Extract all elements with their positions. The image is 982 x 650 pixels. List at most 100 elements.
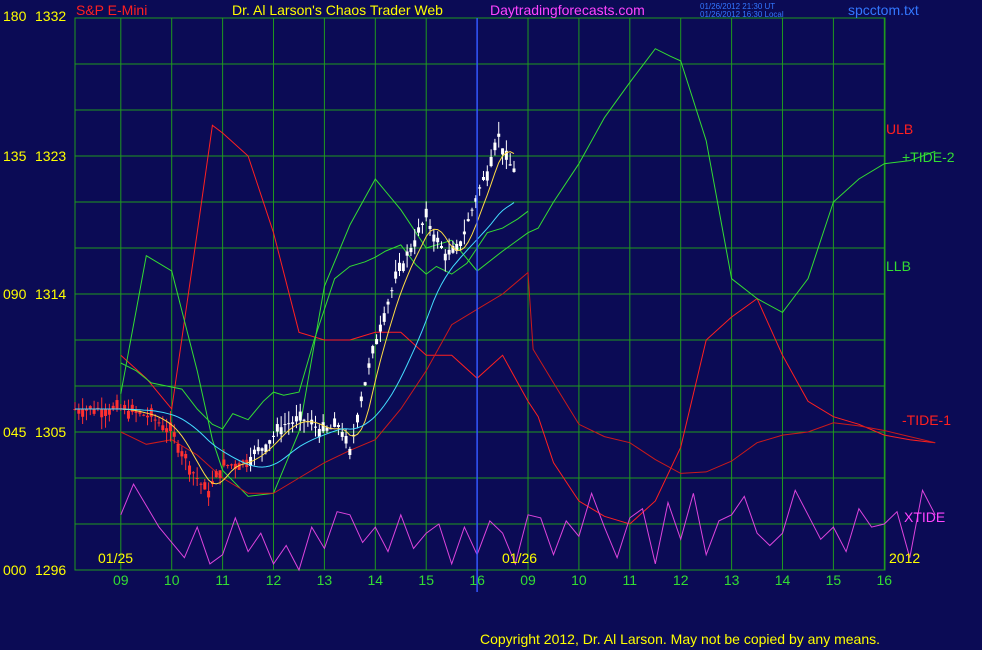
price-bar-body xyxy=(413,240,417,247)
hour-tick-label: 13 xyxy=(724,572,740,588)
price-bar-body xyxy=(165,428,169,433)
osc-tick-label: 135 xyxy=(3,148,27,164)
price-bar-body xyxy=(142,414,146,416)
hour-tick-label: 15 xyxy=(418,572,434,588)
price-bar-body xyxy=(230,464,234,466)
price-bar-body xyxy=(508,164,512,166)
hour-tick-label: 15 xyxy=(826,572,842,588)
price-bar-body xyxy=(428,225,432,229)
price-bar-body xyxy=(195,478,199,479)
price-bar-body xyxy=(115,400,119,409)
price-tick-label: 1296 xyxy=(35,562,66,578)
hour-tick-label: 14 xyxy=(775,572,791,588)
price-bar-body xyxy=(401,263,405,271)
price-bar-body xyxy=(405,251,409,256)
price-bar-body xyxy=(466,219,470,222)
price-bar-body xyxy=(397,262,401,271)
price-bar-body xyxy=(378,324,382,332)
osc-tick-label: 090 xyxy=(3,286,27,302)
price-bar-body xyxy=(199,483,203,485)
price-bar-body xyxy=(272,435,276,437)
price-bar-body xyxy=(184,453,188,459)
price-bar-body xyxy=(409,248,413,253)
price-bar-body xyxy=(443,253,447,261)
price-bar-body xyxy=(355,414,359,423)
llb-label: LLB xyxy=(886,258,911,274)
price-bar-body xyxy=(153,419,157,421)
price-bar-body xyxy=(291,422,295,424)
price-bar-body xyxy=(279,427,283,435)
tide1-label: -TIDE-1 xyxy=(902,412,951,428)
price-bar-body xyxy=(268,440,272,444)
price-bar-body xyxy=(218,470,222,479)
timestamp-local: 01/26/2012 16:30 Local xyxy=(700,10,784,19)
price-bar-body xyxy=(333,418,337,427)
price-bar-body xyxy=(470,209,474,211)
hour-tick-label: 16 xyxy=(877,572,893,588)
price-bar-body xyxy=(321,422,325,432)
price-tick-label: 1305 xyxy=(35,424,66,440)
price-bar-body xyxy=(107,409,111,415)
site-label: Daytradingforecasts.com xyxy=(490,2,645,18)
price-bar-body xyxy=(191,472,195,474)
price-bar-body xyxy=(176,443,180,453)
price-tick-label: 1332 xyxy=(35,8,66,24)
hour-tick-label: 12 xyxy=(266,572,282,588)
price-bar-body xyxy=(420,223,424,225)
hour-tick-label: 09 xyxy=(113,572,129,588)
price-bar-body xyxy=(371,346,375,354)
price-bar-body xyxy=(436,237,440,243)
price-bar-body xyxy=(130,404,134,412)
price-bar-body xyxy=(462,231,466,235)
price-bar-body xyxy=(497,133,501,137)
price-bar-body xyxy=(375,339,379,345)
price-bar-body xyxy=(294,416,298,422)
price-bar-body xyxy=(459,241,463,247)
date-label-1: 01/25 xyxy=(98,550,133,566)
price-tick-label: 1323 xyxy=(35,148,66,164)
tide2-label: +TIDE-2 xyxy=(902,149,955,165)
price-bar-body xyxy=(501,148,505,155)
price-bar-body xyxy=(104,409,108,416)
price-bar-body xyxy=(275,424,279,432)
price-bar-body xyxy=(489,156,493,167)
hour-tick-label: 11 xyxy=(623,572,638,588)
osc-tick-label: 180 xyxy=(3,8,27,24)
price-bar-body xyxy=(149,408,153,417)
hour-tick-label: 10 xyxy=(571,572,587,588)
copyright: Copyright 2012, Dr. Al Larson. May not b… xyxy=(480,631,880,647)
price-bar-body xyxy=(100,409,104,418)
price-bar-body xyxy=(172,432,176,437)
price-bar-body xyxy=(207,491,211,498)
price-bar-body xyxy=(92,409,96,414)
price-bar-body xyxy=(432,234,436,242)
price-bar-body xyxy=(314,426,318,428)
price-bar-body xyxy=(77,409,81,414)
price-bar-body xyxy=(485,171,489,181)
price-bar-body xyxy=(367,363,371,368)
price-bar-body xyxy=(417,227,421,233)
price-bar-body xyxy=(298,411,302,421)
price-bar-body xyxy=(348,448,352,455)
price-bar-body xyxy=(363,382,367,386)
osc-tick-label: 045 xyxy=(3,424,27,440)
date-label-2: 01/26 xyxy=(502,550,537,566)
price-bar-body xyxy=(203,482,207,490)
chart-title: Dr. Al Larson's Chaos Trader Web xyxy=(232,2,443,18)
price-bar-body xyxy=(439,245,443,248)
price-bar-body xyxy=(424,208,428,218)
hour-tick-label: 13 xyxy=(317,572,333,588)
price-bar-body xyxy=(386,301,390,305)
price-tick-label: 1314 xyxy=(35,286,66,302)
price-bar-body xyxy=(256,447,260,452)
price-bar-body xyxy=(260,448,264,451)
hour-tick-label: 11 xyxy=(215,572,230,588)
chart: S&P E-Mini Dr. Al Larson's Chaos Trader … xyxy=(0,0,982,650)
price-bar-body xyxy=(359,396,363,402)
price-bar-body xyxy=(180,451,184,457)
price-bar-body xyxy=(157,422,161,424)
price-bar-body xyxy=(336,424,340,428)
symbol-label: S&P E-Mini xyxy=(76,2,147,18)
hour-tick-label: 09 xyxy=(520,572,536,588)
osc-tick-label: 000 xyxy=(3,562,27,578)
